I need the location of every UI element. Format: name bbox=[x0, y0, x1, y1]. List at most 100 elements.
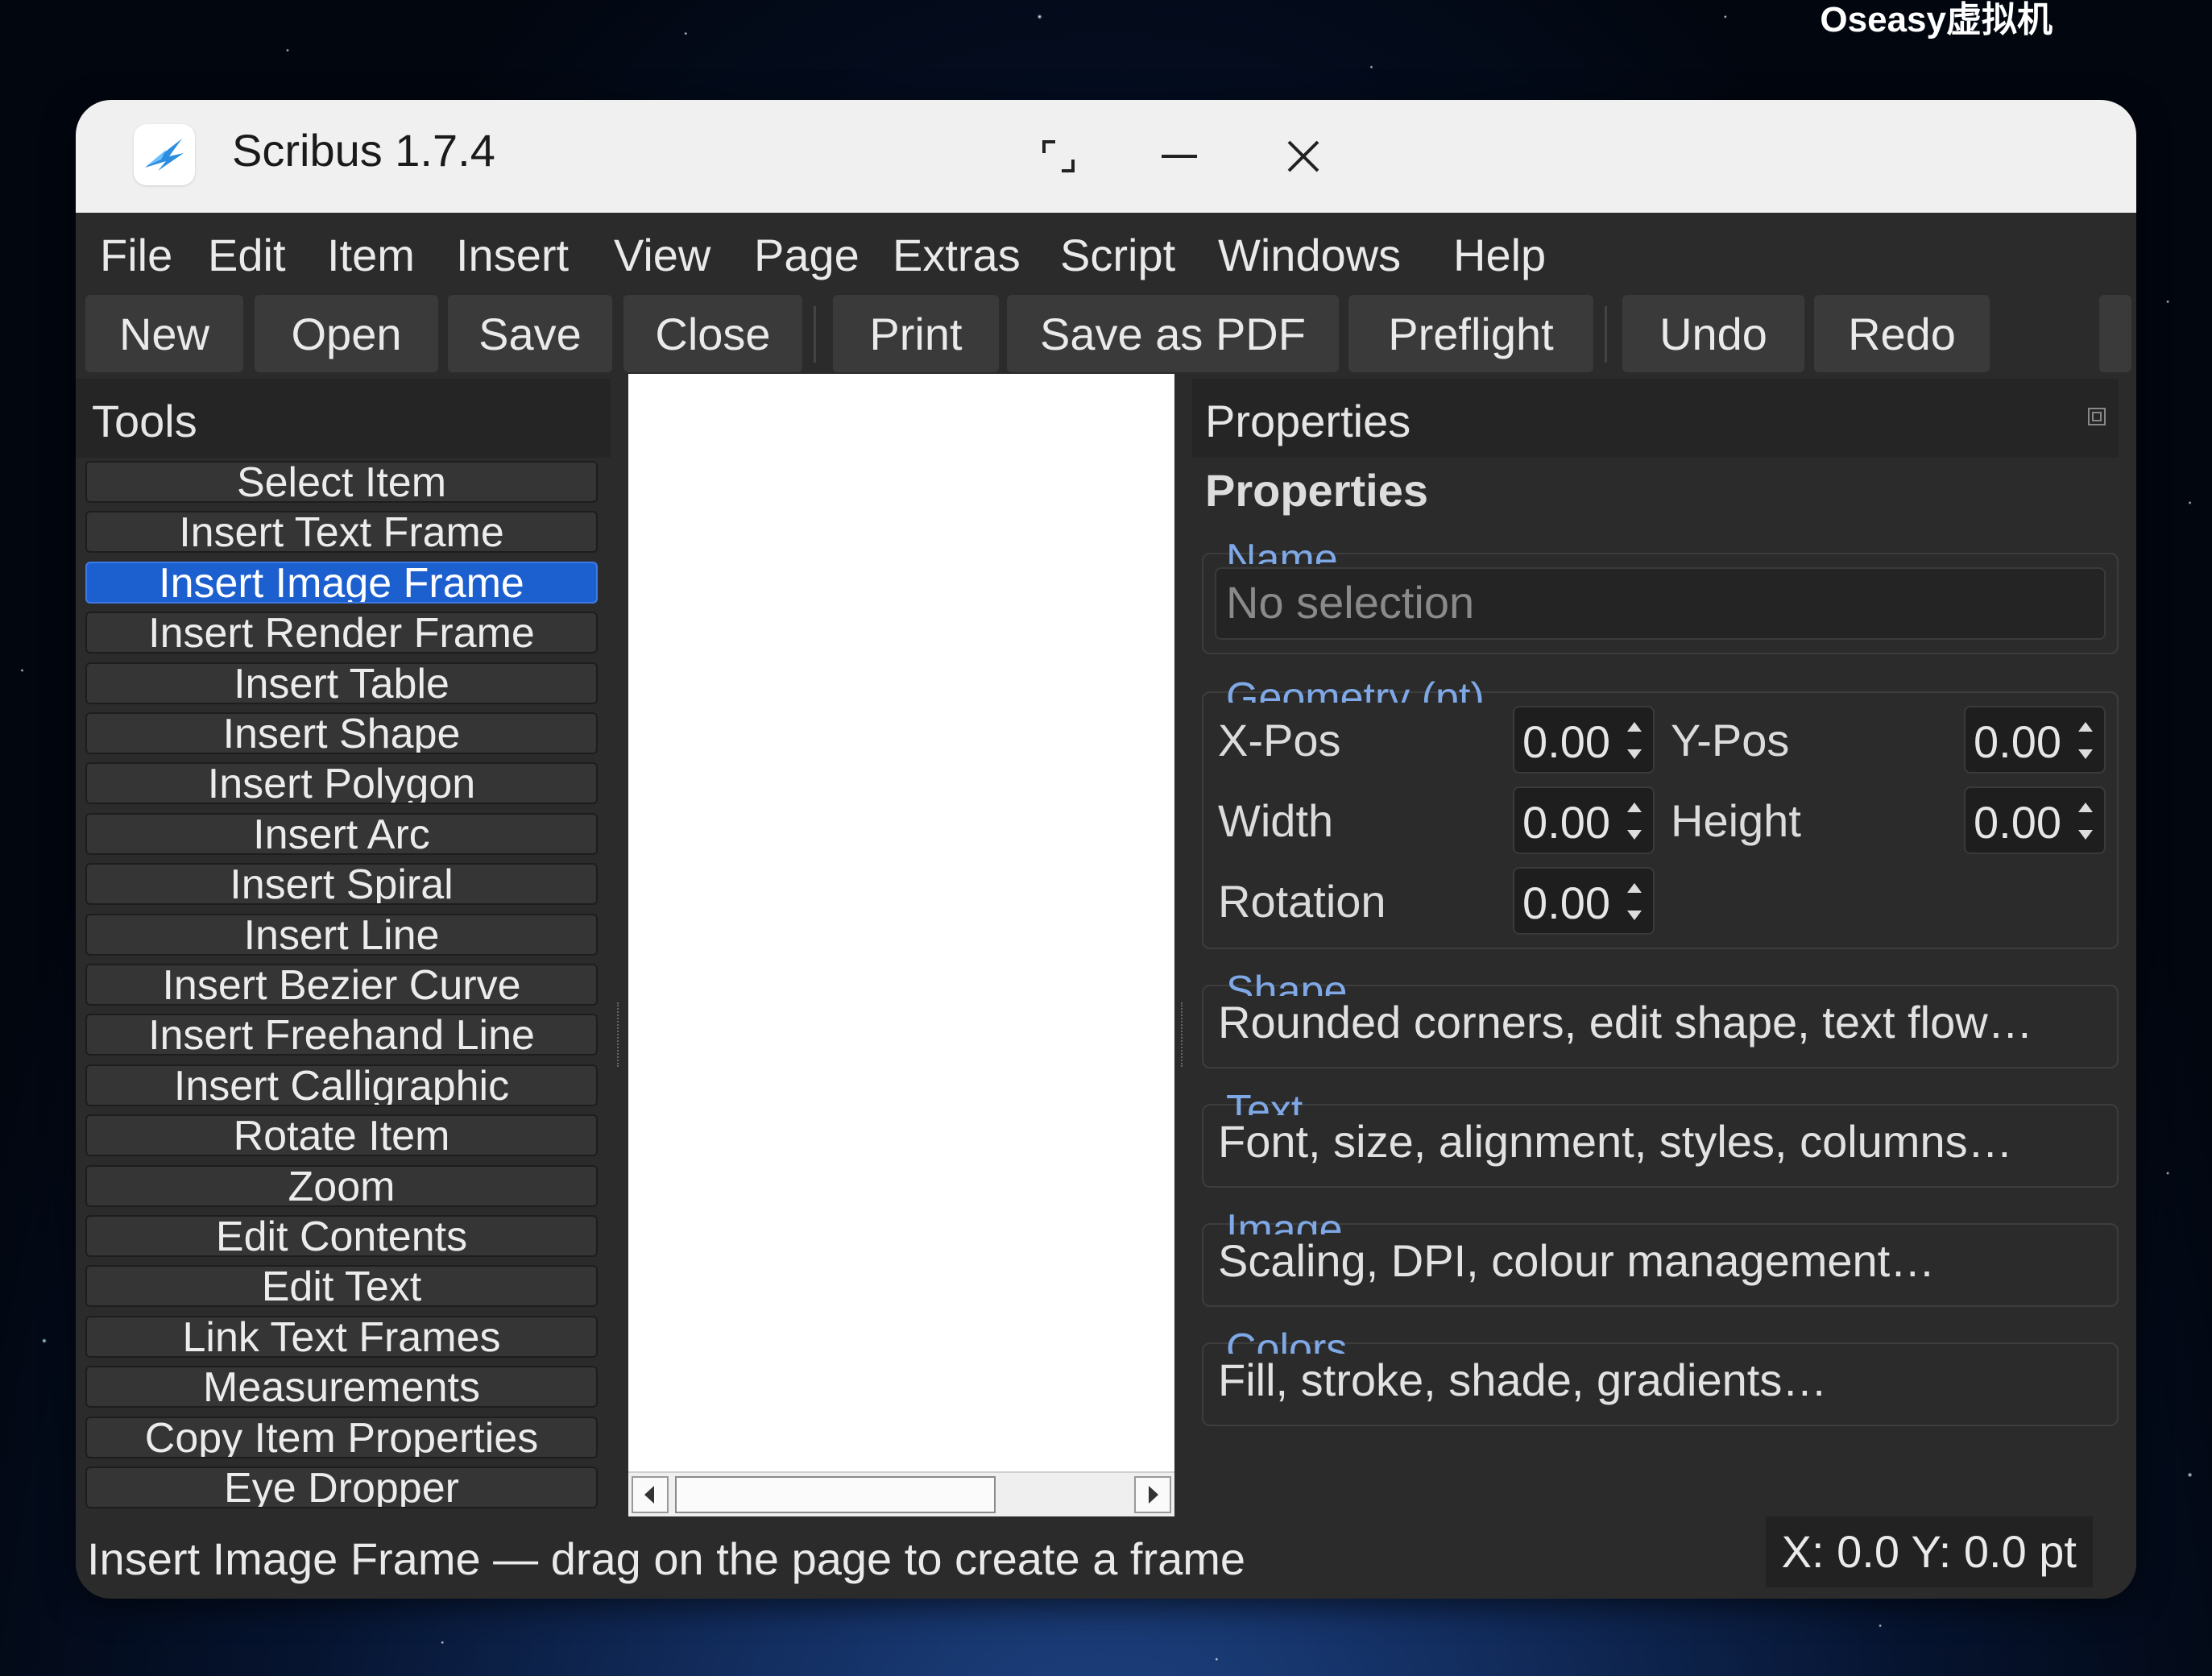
scribus-window: Scribus 1.7.4 File Edit Item Insert View… bbox=[76, 100, 2136, 1599]
vm-watermark: Oseasy虚拟机 bbox=[1820, 0, 2053, 39]
undo-button[interactable]: Undo bbox=[1622, 295, 1804, 372]
close-icon[interactable] bbox=[1271, 124, 1336, 189]
new-button[interactable]: New bbox=[85, 295, 243, 372]
menu-file[interactable]: File bbox=[100, 229, 172, 281]
menu-windows[interactable]: Windows bbox=[1218, 229, 1401, 281]
menu-edit[interactable]: Edit bbox=[208, 229, 286, 281]
horizontal-scrollbar[interactable] bbox=[628, 1471, 1174, 1518]
spin-arrows-icon[interactable] bbox=[1622, 793, 1647, 849]
scroll-left-icon[interactable] bbox=[632, 1476, 669, 1513]
height-value: 0.00 bbox=[1974, 797, 2061, 848]
tool-eye-dropper[interactable]: Eye Dropper bbox=[85, 1466, 598, 1508]
preflight-button[interactable]: Preflight bbox=[1348, 295, 1593, 372]
tool-insert-polygon[interactable]: Insert Polygon bbox=[85, 762, 598, 804]
menu-script[interactable]: Script bbox=[1060, 229, 1175, 281]
scribus-logo-icon bbox=[134, 124, 195, 185]
rotation-value: 0.00 bbox=[1522, 877, 1609, 928]
tool-zoom[interactable]: Zoom bbox=[85, 1165, 598, 1207]
properties-panel-header: Properties bbox=[1192, 379, 2119, 458]
width-label: Width bbox=[1218, 795, 1334, 846]
redo-button[interactable]: Redo bbox=[1814, 295, 1990, 372]
spin-arrows-icon[interactable] bbox=[1622, 712, 1647, 769]
tool-insert-render-frame[interactable]: Insert Render Frame bbox=[85, 612, 598, 653]
cursor-coordinates: X: 0.0 Y: 0.0 pt bbox=[1765, 1516, 2093, 1587]
toolbar-separator bbox=[814, 306, 816, 363]
minimize-icon[interactable] bbox=[1147, 124, 1212, 189]
tool-select-item[interactable]: Select Item bbox=[85, 461, 598, 503]
document-canvas[interactable] bbox=[628, 374, 1174, 1471]
ypos-label: Y-Pos bbox=[1671, 715, 1790, 765]
height-label: Height bbox=[1671, 795, 1801, 846]
properties-heading: Properties bbox=[1205, 465, 1428, 516]
menu-page[interactable]: Page bbox=[754, 229, 860, 281]
tool-edit-text[interactable]: Edit Text bbox=[85, 1265, 598, 1307]
tool-insert-image-frame[interactable]: Insert Image Frame bbox=[85, 562, 598, 604]
colors-group-label: Colors bbox=[1226, 1325, 1348, 1354]
ypos-value: 0.00 bbox=[1974, 716, 2061, 767]
scroll-right-icon[interactable] bbox=[1134, 1476, 1171, 1513]
tool-link-text-frames[interactable]: Link Text Frames bbox=[85, 1316, 598, 1358]
save-button[interactable]: Save bbox=[448, 295, 612, 372]
spin-arrows-icon[interactable] bbox=[2073, 793, 2098, 849]
tool-copy-item-properties[interactable]: Copy Item Properties bbox=[85, 1417, 598, 1458]
tools-panel-header: Tools bbox=[76, 379, 611, 458]
xpos-spinbox[interactable]: 0.00 bbox=[1513, 706, 1655, 774]
rotation-spinbox[interactable]: 0.00 bbox=[1513, 867, 1655, 935]
tool-rotate-item[interactable]: Rotate Item bbox=[85, 1114, 598, 1156]
tool-insert-line[interactable]: Insert Line bbox=[85, 914, 598, 956]
window-title: Scribus 1.7.4 bbox=[232, 125, 495, 176]
toolbar-separator bbox=[1605, 306, 1607, 363]
width-value: 0.00 bbox=[1522, 797, 1609, 848]
text-summary[interactable]: Font, size, alignment, styles, columns… bbox=[1218, 1115, 2013, 1168]
tool-insert-shape[interactable]: Insert Shape bbox=[85, 712, 598, 754]
menu-insert[interactable]: Insert bbox=[456, 229, 569, 281]
status-message: Insert Image Frame — drag on the page to… bbox=[87, 1533, 1246, 1584]
status-bar: Insert Image Frame — drag on the page to… bbox=[76, 1516, 2136, 1599]
shape-group-label: Shape bbox=[1226, 968, 1348, 996]
title-bar[interactable]: Scribus 1.7.4 bbox=[76, 100, 2136, 213]
height-spinbox[interactable]: 0.00 bbox=[1964, 786, 2106, 854]
tool-insert-bezier-curve[interactable]: Insert Bezier Curve bbox=[85, 964, 598, 1006]
float-panel-icon[interactable] bbox=[2086, 406, 2107, 427]
name-field[interactable]: No selection bbox=[1215, 567, 2106, 640]
colors-summary[interactable]: Fill, stroke, shade, gradients… bbox=[1218, 1354, 1827, 1406]
tool-edit-contents[interactable]: Edit Contents bbox=[85, 1215, 598, 1257]
left-splitter-handle[interactable] bbox=[617, 1002, 623, 1067]
main-toolbar: New Open Save Close Print Save as PDF Pr… bbox=[76, 290, 2136, 379]
tool-insert-calligraphic[interactable]: Insert Calligraphic bbox=[85, 1064, 598, 1106]
menu-view[interactable]: View bbox=[614, 229, 710, 281]
name-group-label: Name bbox=[1226, 536, 1338, 564]
width-spinbox[interactable]: 0.00 bbox=[1513, 786, 1655, 854]
spin-arrows-icon[interactable] bbox=[2073, 712, 2098, 769]
spin-arrows-icon[interactable] bbox=[1622, 873, 1647, 930]
rotation-label: Rotation bbox=[1218, 876, 1386, 927]
tool-measurements[interactable]: Measurements bbox=[85, 1366, 598, 1408]
tool-insert-arc[interactable]: Insert Arc bbox=[85, 813, 598, 855]
menu-bar: File Edit Item Insert View Page Extras S… bbox=[76, 213, 2136, 290]
text-group-label: Text bbox=[1226, 1087, 1303, 1115]
scrollbar-thumb[interactable] bbox=[675, 1476, 996, 1513]
save-pdf-button[interactable]: Save as PDF bbox=[1007, 295, 1339, 372]
menu-help[interactable]: Help bbox=[1453, 229, 1546, 281]
tool-insert-freehand-line[interactable]: Insert Freehand Line bbox=[85, 1014, 598, 1056]
close-button[interactable]: Close bbox=[623, 295, 802, 372]
right-splitter-handle[interactable] bbox=[1181, 1002, 1187, 1067]
tools-panel-title: Tools bbox=[92, 396, 197, 446]
tool-insert-text-frame[interactable]: Insert Text Frame bbox=[85, 511, 598, 553]
maximize-icon[interactable] bbox=[1026, 124, 1091, 189]
shape-summary[interactable]: Rounded corners, edit shape, text flow… bbox=[1218, 996, 2033, 1048]
menu-item[interactable]: Item bbox=[327, 229, 415, 281]
properties-panel-title: Properties bbox=[1205, 396, 1411, 446]
image-group-label: Image bbox=[1226, 1206, 1343, 1234]
xpos-value: 0.00 bbox=[1522, 716, 1609, 767]
tool-insert-table[interactable]: Insert Table bbox=[85, 662, 598, 704]
menu-extras[interactable]: Extras bbox=[893, 229, 1021, 281]
tool-insert-spiral[interactable]: Insert Spiral bbox=[85, 863, 598, 905]
geometry-group-label: Geometry (pt) bbox=[1226, 674, 1485, 703]
open-button[interactable]: Open bbox=[255, 295, 438, 372]
toolbar-overflow-button[interactable] bbox=[2099, 295, 2131, 372]
xpos-label: X-Pos bbox=[1218, 715, 1341, 765]
print-button[interactable]: Print bbox=[833, 295, 999, 372]
ypos-spinbox[interactable]: 0.00 bbox=[1964, 706, 2106, 774]
image-summary[interactable]: Scaling, DPI, colour management… bbox=[1218, 1234, 1935, 1287]
